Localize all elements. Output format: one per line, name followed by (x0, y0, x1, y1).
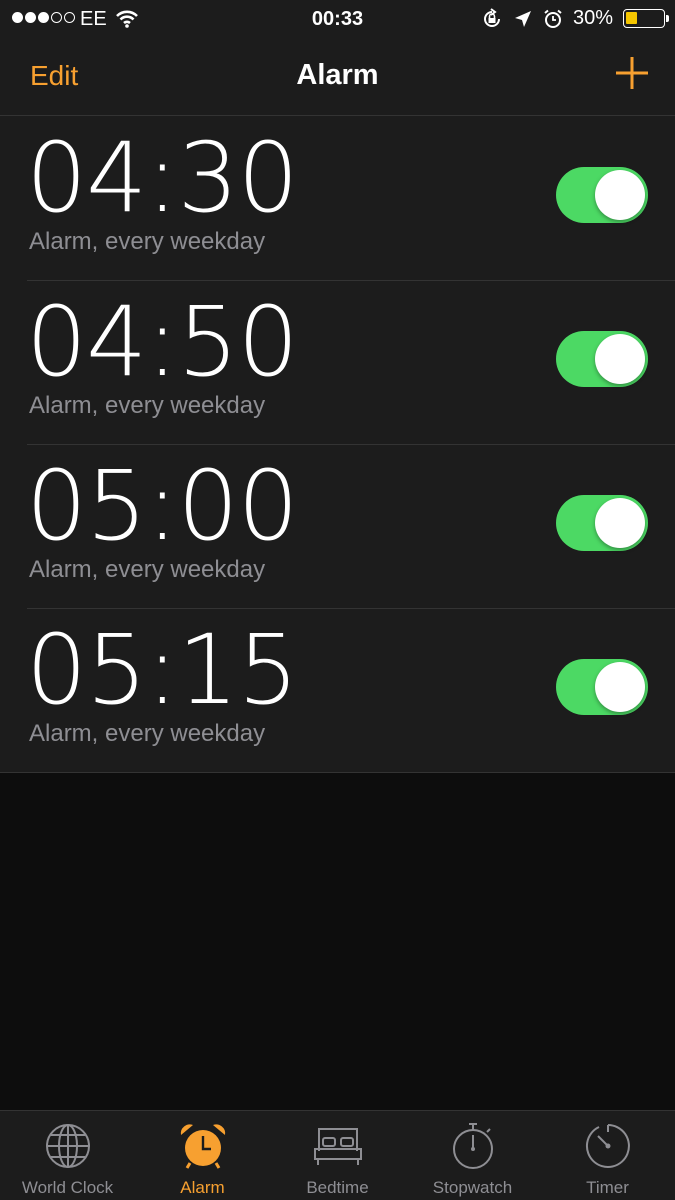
alarm-toggle[interactable] (556, 331, 648, 387)
alarm-toggle[interactable] (556, 495, 648, 551)
battery-level-fill (626, 12, 637, 24)
alarm-label: Alarm, every weekday (29, 392, 266, 419)
battery-percent: 30% (572, 7, 613, 29)
alarm-time: 05:00 (26, 450, 299, 562)
alarm-toggle[interactable] (556, 659, 648, 715)
alarm-list: 04:30 Alarm, every weekday 04:50 Alarm, … (0, 116, 675, 773)
tab-label: World Clock (21, 1178, 114, 1197)
stopwatch-icon (452, 1123, 493, 1169)
navigation-bar: Edit Alarm (0, 38, 675, 116)
clock-app: EE 00:33 30% Edit Alarm 04:30 Alarm, eve… (0, 0, 675, 1200)
location-arrow-icon (514, 10, 531, 27)
alarm-label: Alarm, every weekday (29, 720, 266, 747)
bed-icon (313, 1128, 362, 1165)
plus-icon[interactable] (615, 56, 649, 90)
alarm-status-icon (544, 9, 562, 28)
alarm-time: 05:15 (26, 614, 299, 726)
tab-stopwatch[interactable]: Stopwatch (405, 1111, 540, 1200)
alarm-row[interactable]: 05:15 Alarm, every weekday (0, 608, 675, 773)
alarm-clock-icon (180, 1124, 225, 1169)
timer-icon (585, 1124, 630, 1168)
tab-bedtime[interactable]: Bedtime (270, 1111, 405, 1200)
tab-label: Bedtime (306, 1178, 369, 1197)
page-title: Alarm (296, 59, 379, 91)
alarm-label: Alarm, every weekday (29, 228, 266, 255)
alarm-row[interactable]: 04:50 Alarm, every weekday (0, 280, 675, 444)
tab-label: Timer (586, 1178, 629, 1197)
toggle-knob (595, 334, 645, 384)
toggle-knob (595, 662, 645, 712)
tab-bar: World Clock Alarm Bedtime Stopwatch Time… (0, 1110, 675, 1200)
status-bar: EE 00:33 30% (0, 0, 675, 38)
alarm-time: 04:30 (26, 122, 299, 234)
tab-timer[interactable]: Timer (540, 1111, 675, 1200)
toggle-knob (595, 498, 645, 548)
alarm-row[interactable]: 05:00 Alarm, every weekday (0, 444, 675, 608)
tab-alarm[interactable]: Alarm (135, 1111, 270, 1200)
alarm-time: 04:50 (26, 286, 299, 398)
toggle-knob (595, 170, 645, 220)
tab-label: Stopwatch (432, 1178, 513, 1197)
tab-label: Alarm (180, 1178, 225, 1197)
battery-icon (623, 9, 669, 28)
alarm-row[interactable]: 04:30 Alarm, every weekday (0, 116, 675, 280)
alarm-label: Alarm, every weekday (29, 556, 266, 583)
rotation-lock-icon (483, 7, 500, 27)
alarm-toggle[interactable] (556, 167, 648, 223)
globe-icon (45, 1124, 90, 1168)
tab-world-clock[interactable]: World Clock (0, 1111, 135, 1200)
